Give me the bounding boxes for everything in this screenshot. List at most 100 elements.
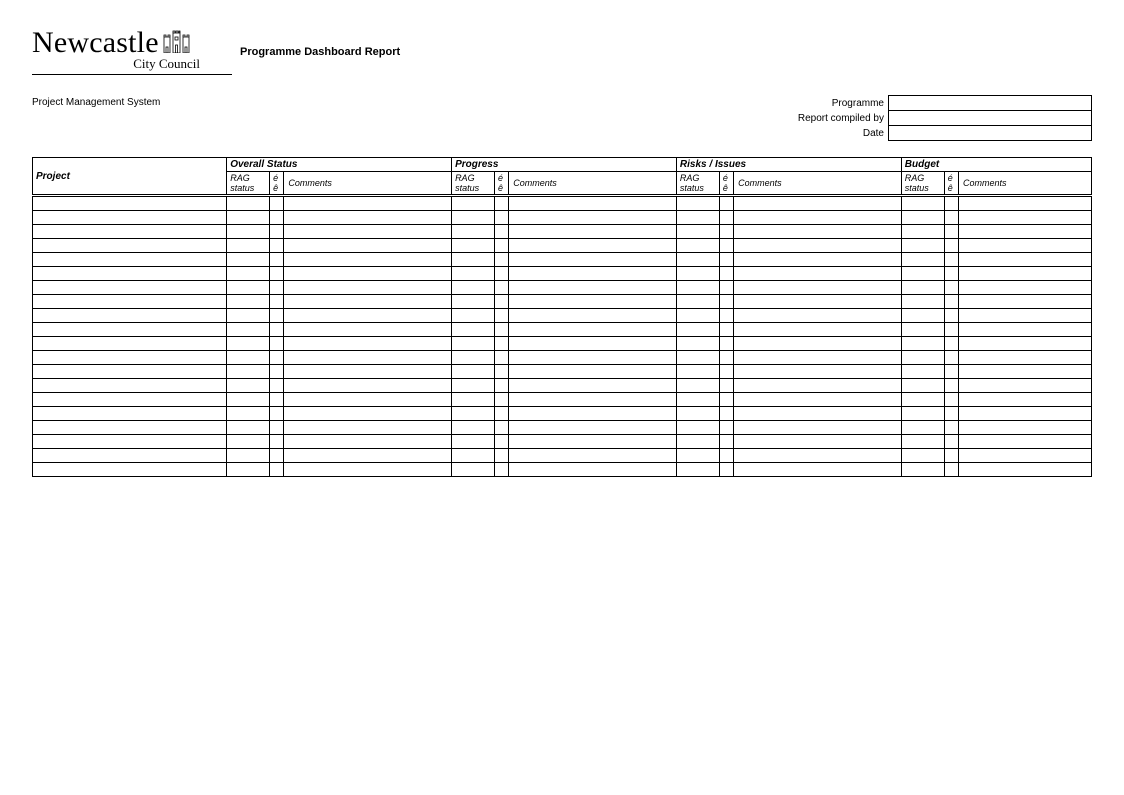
table-cell[interactable] bbox=[494, 435, 508, 449]
table-cell[interactable] bbox=[676, 379, 719, 393]
table-cell[interactable] bbox=[959, 309, 1092, 323]
table-cell[interactable] bbox=[734, 295, 902, 309]
table-cell[interactable] bbox=[452, 295, 495, 309]
table-cell[interactable] bbox=[494, 225, 508, 239]
table-cell[interactable] bbox=[452, 225, 495, 239]
table-cell[interactable] bbox=[494, 211, 508, 225]
table-cell[interactable] bbox=[959, 253, 1092, 267]
table-cell[interactable] bbox=[33, 407, 227, 421]
table-cell[interactable] bbox=[509, 449, 677, 463]
table-cell[interactable] bbox=[284, 323, 452, 337]
table-cell[interactable] bbox=[284, 351, 452, 365]
table-cell[interactable] bbox=[284, 295, 452, 309]
table-cell[interactable] bbox=[734, 435, 902, 449]
table-cell[interactable] bbox=[734, 281, 902, 295]
table-cell[interactable] bbox=[676, 351, 719, 365]
table-cell[interactable] bbox=[719, 239, 733, 253]
table-cell[interactable] bbox=[734, 421, 902, 435]
table-cell[interactable] bbox=[33, 239, 227, 253]
table-cell[interactable] bbox=[944, 281, 958, 295]
table-cell[interactable] bbox=[901, 267, 944, 281]
table-cell[interactable] bbox=[734, 463, 902, 477]
table-cell[interactable] bbox=[494, 463, 508, 477]
table-cell[interactable] bbox=[284, 379, 452, 393]
table-cell[interactable] bbox=[284, 435, 452, 449]
table-cell[interactable] bbox=[959, 379, 1092, 393]
table-cell[interactable] bbox=[901, 435, 944, 449]
table-cell[interactable] bbox=[33, 379, 227, 393]
table-cell[interactable] bbox=[901, 393, 944, 407]
table-cell[interactable] bbox=[734, 449, 902, 463]
table-cell[interactable] bbox=[284, 281, 452, 295]
table-cell[interactable] bbox=[284, 407, 452, 421]
table-cell[interactable] bbox=[284, 211, 452, 225]
table-cell[interactable] bbox=[227, 407, 270, 421]
table-cell[interactable] bbox=[227, 323, 270, 337]
table-cell[interactable] bbox=[901, 337, 944, 351]
table-cell[interactable] bbox=[676, 323, 719, 337]
table-cell[interactable] bbox=[452, 253, 495, 267]
table-cell[interactable] bbox=[494, 323, 508, 337]
table-cell[interactable] bbox=[676, 253, 719, 267]
table-cell[interactable] bbox=[676, 337, 719, 351]
table-cell[interactable] bbox=[452, 393, 495, 407]
table-cell[interactable] bbox=[33, 253, 227, 267]
table-cell[interactable] bbox=[509, 379, 677, 393]
table-cell[interactable] bbox=[944, 323, 958, 337]
table-cell[interactable] bbox=[509, 407, 677, 421]
table-cell[interactable] bbox=[270, 323, 284, 337]
table-cell[interactable] bbox=[719, 351, 733, 365]
table-cell[interactable] bbox=[944, 463, 958, 477]
table-cell[interactable] bbox=[227, 239, 270, 253]
meta-value-compiled-by[interactable] bbox=[889, 111, 1092, 126]
table-cell[interactable] bbox=[494, 309, 508, 323]
table-cell[interactable] bbox=[452, 337, 495, 351]
table-cell[interactable] bbox=[452, 351, 495, 365]
table-cell[interactable] bbox=[494, 449, 508, 463]
table-cell[interactable] bbox=[959, 351, 1092, 365]
table-cell[interactable] bbox=[270, 239, 284, 253]
table-cell[interactable] bbox=[227, 253, 270, 267]
table-cell[interactable] bbox=[944, 407, 958, 421]
table-cell[interactable] bbox=[734, 225, 902, 239]
table-cell[interactable] bbox=[676, 393, 719, 407]
table-cell[interactable] bbox=[452, 379, 495, 393]
table-cell[interactable] bbox=[509, 463, 677, 477]
table-cell[interactable] bbox=[676, 421, 719, 435]
table-cell[interactable] bbox=[901, 253, 944, 267]
table-cell[interactable] bbox=[719, 365, 733, 379]
table-cell[interactable] bbox=[284, 393, 452, 407]
table-cell[interactable] bbox=[284, 337, 452, 351]
table-cell[interactable] bbox=[944, 379, 958, 393]
table-cell[interactable] bbox=[452, 365, 495, 379]
table-cell[interactable] bbox=[901, 239, 944, 253]
table-cell[interactable] bbox=[734, 365, 902, 379]
table-cell[interactable] bbox=[270, 449, 284, 463]
table-cell[interactable] bbox=[227, 225, 270, 239]
table-cell[interactable] bbox=[944, 337, 958, 351]
table-cell[interactable] bbox=[227, 196, 270, 211]
table-cell[interactable] bbox=[33, 309, 227, 323]
table-cell[interactable] bbox=[901, 449, 944, 463]
table-cell[interactable] bbox=[452, 211, 495, 225]
table-cell[interactable] bbox=[33, 281, 227, 295]
table-cell[interactable] bbox=[901, 281, 944, 295]
table-cell[interactable] bbox=[734, 211, 902, 225]
table-cell[interactable] bbox=[734, 407, 902, 421]
table-cell[interactable] bbox=[944, 309, 958, 323]
table-cell[interactable] bbox=[452, 435, 495, 449]
table-cell[interactable] bbox=[284, 253, 452, 267]
table-cell[interactable] bbox=[944, 196, 958, 211]
table-cell[interactable] bbox=[284, 309, 452, 323]
table-cell[interactable] bbox=[959, 295, 1092, 309]
table-cell[interactable] bbox=[284, 196, 452, 211]
table-cell[interactable] bbox=[284, 365, 452, 379]
table-cell[interactable] bbox=[227, 281, 270, 295]
table-cell[interactable] bbox=[901, 351, 944, 365]
table-cell[interactable] bbox=[944, 253, 958, 267]
table-cell[interactable] bbox=[676, 309, 719, 323]
table-cell[interactable] bbox=[959, 449, 1092, 463]
table-cell[interactable] bbox=[227, 211, 270, 225]
table-cell[interactable] bbox=[227, 435, 270, 449]
table-cell[interactable] bbox=[452, 267, 495, 281]
